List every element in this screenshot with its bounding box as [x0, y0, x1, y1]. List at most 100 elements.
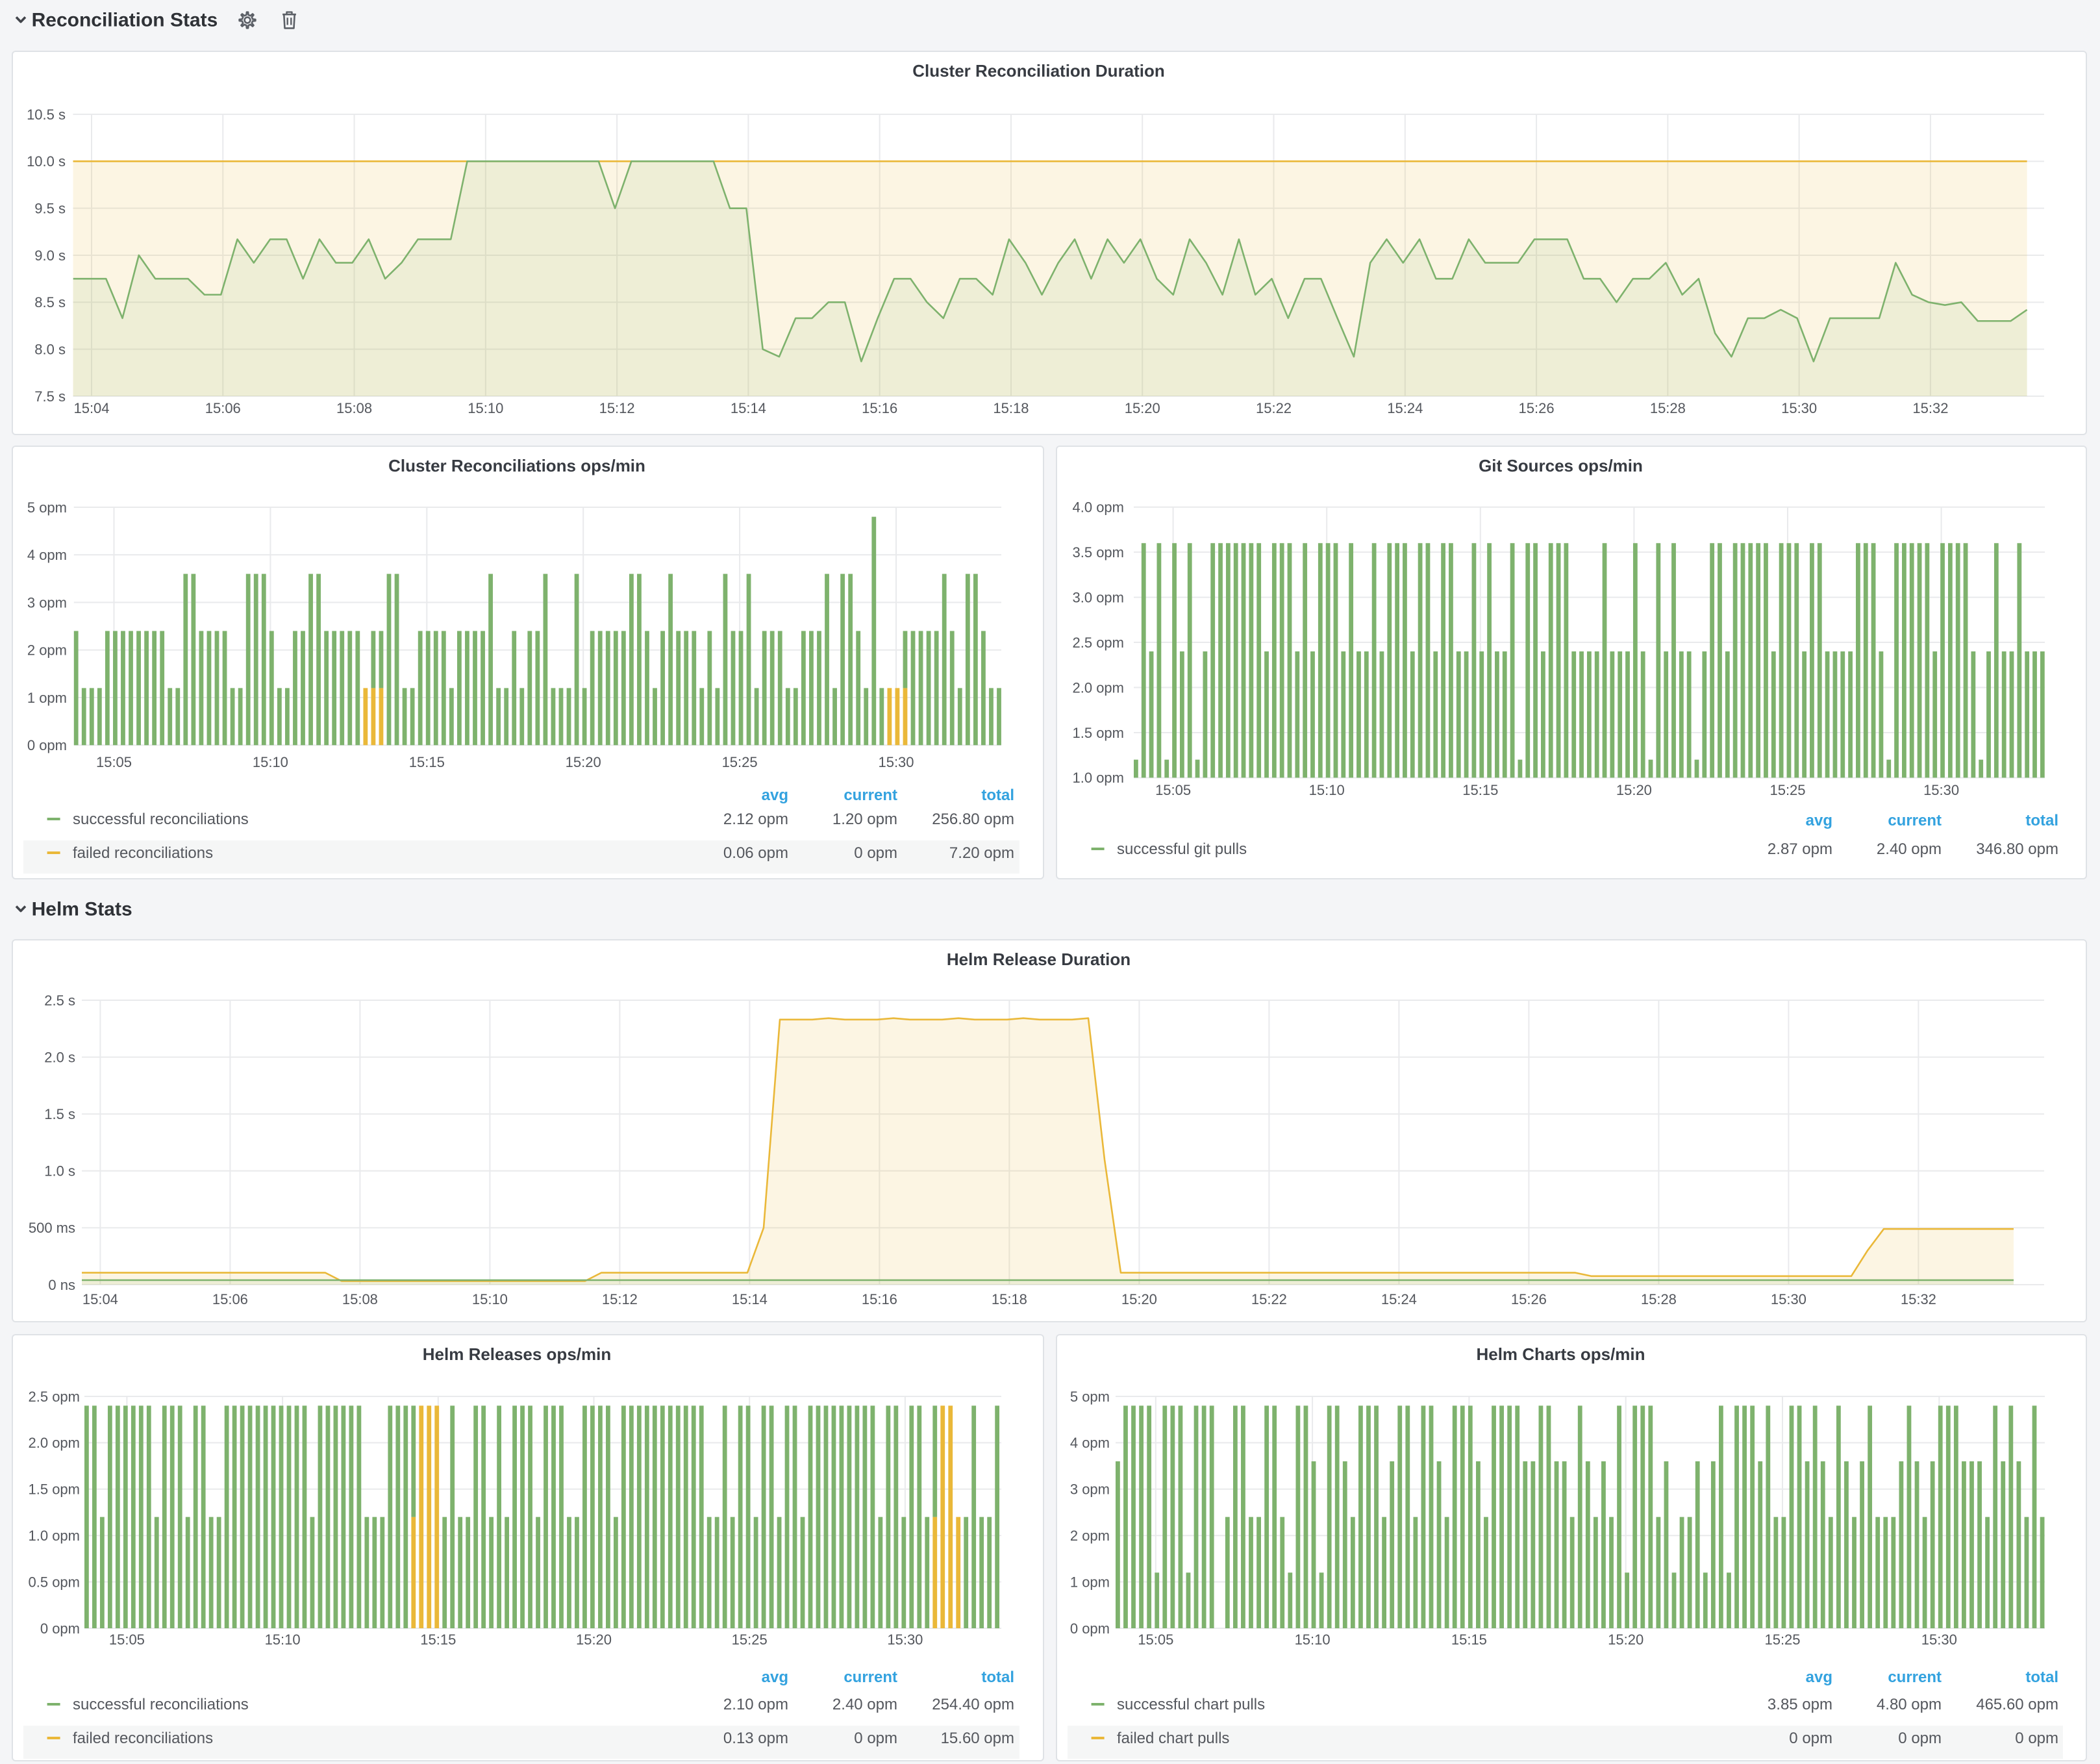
svg-text:15:16: 15:16: [862, 1291, 897, 1307]
svg-text:2.5 s: 2.5 s: [44, 992, 75, 1009]
svg-text:0 opm: 0 opm: [40, 1620, 80, 1637]
svg-text:15:14: 15:14: [732, 1291, 768, 1307]
svg-text:15:30: 15:30: [1921, 1632, 1956, 1648]
svg-text:0 opm: 0 opm: [27, 737, 67, 753]
svg-text:10.0 s: 10.0 s: [27, 153, 66, 170]
svg-text:Cluster Reconciliations ops/mi: Cluster Reconciliations ops/min: [388, 456, 645, 475]
svg-text:0 opm: 0 opm: [1897, 1730, 1941, 1747]
svg-text:successful reconciliations: successful reconciliations: [73, 811, 249, 828]
svg-text:15:10: 15:10: [265, 1632, 301, 1648]
svg-text:15:18: 15:18: [993, 400, 1029, 416]
svg-text:avg: avg: [762, 1669, 788, 1686]
svg-text:15:10: 15:10: [468, 400, 503, 416]
svg-text:15:30: 15:30: [1771, 1291, 1806, 1307]
svg-text:15:16: 15:16: [862, 400, 897, 416]
svg-text:1.0 opm: 1.0 opm: [29, 1528, 81, 1544]
svg-text:1.5 opm: 1.5 opm: [29, 1481, 81, 1498]
svg-text:15:26: 15:26: [1511, 1291, 1547, 1307]
svg-text:Cluster Reconciliation Duratio: Cluster Reconciliation Duration: [912, 61, 1165, 81]
svg-text:Helm Releases ops/min: Helm Releases ops/min: [423, 1344, 611, 1364]
svg-text:current: current: [1887, 1669, 1941, 1686]
svg-text:Helm Charts ops/min: Helm Charts ops/min: [1475, 1344, 1644, 1364]
svg-text:15:28: 15:28: [1641, 1291, 1677, 1307]
svg-text:current: current: [844, 787, 897, 804]
svg-text:0.13 opm: 0.13 opm: [723, 1730, 788, 1747]
svg-text:4 opm: 4 opm: [1069, 1435, 1109, 1451]
svg-text:15:10: 15:10: [253, 754, 288, 770]
svg-text:7.5 s: 7.5 s: [34, 388, 66, 405]
svg-text:5 opm: 5 opm: [1069, 1389, 1109, 1405]
svg-text:15:20: 15:20: [1125, 400, 1160, 416]
svg-text:15:08: 15:08: [342, 1291, 378, 1307]
svg-text:15:20: 15:20: [1121, 1291, 1157, 1307]
svg-text:total: total: [2025, 1669, 2058, 1686]
svg-text:2.5 opm: 2.5 opm: [29, 1389, 81, 1405]
svg-text:current: current: [1887, 812, 1941, 829]
svg-text:Reconciliation Stats: Reconciliation Stats: [32, 9, 218, 31]
svg-text:3.0 opm: 3.0 opm: [1072, 589, 1124, 605]
svg-text:15:30: 15:30: [887, 1632, 923, 1648]
svg-text:1.20 opm: 1.20 opm: [832, 811, 897, 828]
svg-text:15:06: 15:06: [205, 400, 241, 416]
svg-text:0 opm: 0 opm: [854, 1730, 897, 1747]
svg-text:15:15: 15:15: [409, 754, 445, 770]
svg-text:total: total: [981, 1669, 1014, 1686]
svg-text:2.10 opm: 2.10 opm: [723, 1696, 788, 1713]
svg-text:15:05: 15:05: [1137, 1632, 1173, 1648]
svg-text:15:10: 15:10: [1308, 782, 1344, 798]
svg-text:0 opm: 0 opm: [1788, 1730, 1832, 1747]
svg-text:9.0 s: 9.0 s: [34, 247, 66, 264]
svg-text:4.0 opm: 4.0 opm: [1072, 499, 1124, 516]
svg-text:15:14: 15:14: [731, 400, 766, 416]
svg-text:9.5 s: 9.5 s: [34, 200, 66, 216]
svg-text:465.60 opm: 465.60 opm: [1975, 1696, 2058, 1713]
svg-text:0 ns: 0 ns: [48, 1277, 75, 1293]
svg-text:254.40 opm: 254.40 opm: [932, 1696, 1014, 1713]
svg-text:successful git pulls: successful git pulls: [1116, 840, 1246, 858]
svg-text:0.5 opm: 0.5 opm: [29, 1574, 81, 1590]
svg-text:15:25: 15:25: [1769, 782, 1805, 798]
svg-text:346.80 opm: 346.80 opm: [1975, 840, 2058, 858]
svg-text:15:22: 15:22: [1251, 1291, 1287, 1307]
svg-text:8.0 s: 8.0 s: [34, 341, 66, 357]
svg-text:2.40 opm: 2.40 opm: [832, 1696, 897, 1713]
svg-text:15:15: 15:15: [1462, 782, 1497, 798]
svg-text:2.87 opm: 2.87 opm: [1767, 840, 1832, 858]
svg-text:15:18: 15:18: [992, 1291, 1027, 1307]
svg-text:15:10: 15:10: [472, 1291, 508, 1307]
svg-text:2.0 opm: 2.0 opm: [29, 1435, 81, 1451]
svg-text:failed reconciliations: failed reconciliations: [73, 1730, 213, 1747]
svg-text:2.40 opm: 2.40 opm: [1876, 840, 1941, 858]
svg-text:15:28: 15:28: [1650, 400, 1686, 416]
svg-text:15:20: 15:20: [1616, 782, 1651, 798]
svg-text:4 opm: 4 opm: [27, 547, 67, 563]
svg-text:10.5 s: 10.5 s: [27, 107, 66, 123]
svg-text:15:08: 15:08: [336, 400, 372, 416]
svg-text:2 opm: 2 opm: [27, 642, 67, 659]
svg-text:successful chart pulls: successful chart pulls: [1116, 1696, 1264, 1713]
svg-text:15:05: 15:05: [1155, 782, 1190, 798]
svg-text:15:12: 15:12: [599, 400, 635, 416]
svg-text:successful reconciliations: successful reconciliations: [73, 1696, 249, 1713]
svg-text:8.5 s: 8.5 s: [34, 294, 66, 310]
svg-text:1.0 opm: 1.0 opm: [1072, 770, 1124, 786]
svg-text:1 opm: 1 opm: [27, 690, 67, 706]
svg-text:15:05: 15:05: [109, 1632, 145, 1648]
svg-text:2.0 s: 2.0 s: [44, 1049, 75, 1065]
svg-text:3 opm: 3 opm: [27, 594, 67, 611]
svg-text:1 opm: 1 opm: [1069, 1574, 1109, 1590]
svg-text:Helm Stats: Helm Stats: [32, 898, 132, 919]
svg-text:15:24: 15:24: [1381, 1291, 1417, 1307]
svg-text:15:25: 15:25: [1764, 1632, 1799, 1648]
svg-text:2.5 opm: 2.5 opm: [1072, 635, 1124, 651]
svg-text:15:30: 15:30: [1781, 400, 1817, 416]
svg-text:15:05: 15:05: [96, 754, 132, 770]
svg-text:avg: avg: [762, 787, 788, 804]
svg-text:7.20 opm: 7.20 opm: [949, 844, 1014, 862]
svg-text:current: current: [844, 1669, 897, 1686]
svg-text:15:30: 15:30: [1923, 782, 1958, 798]
svg-text:failed chart pulls: failed chart pulls: [1116, 1730, 1229, 1747]
svg-text:Helm Release Duration: Helm Release Duration: [947, 950, 1131, 969]
svg-text:15:20: 15:20: [1607, 1632, 1643, 1648]
svg-text:3.5 opm: 3.5 opm: [1072, 544, 1124, 561]
